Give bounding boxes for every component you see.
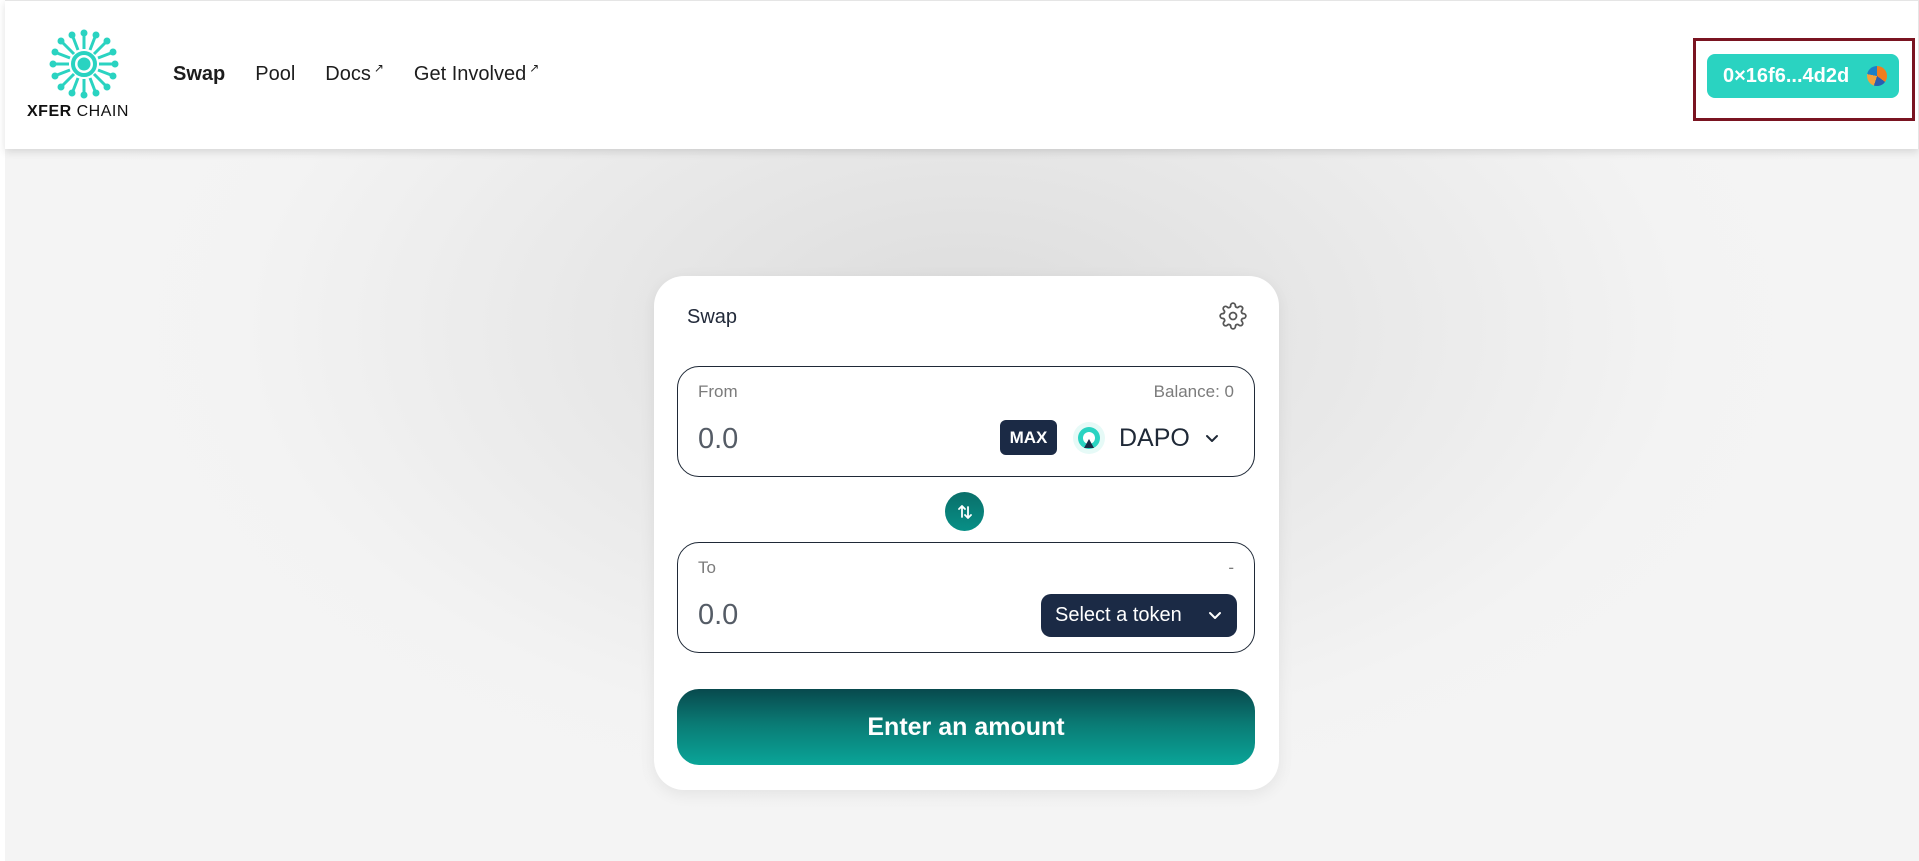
circuit-logo-icon [49, 29, 119, 99]
logo-wordmark-bold: XFER [27, 103, 72, 120]
to-amount-input[interactable] [698, 595, 958, 635]
external-link-icon: ↗ [373, 61, 384, 75]
nav-swap-label: Swap [173, 63, 226, 85]
logo-wordmark: XFER CHAIN [27, 103, 139, 121]
swap-direction-button[interactable] [945, 492, 984, 531]
swap-arrows-icon [957, 504, 972, 519]
select-token-button[interactable]: Select a token [1041, 594, 1237, 637]
swap-card-title: Swap [687, 306, 738, 328]
wallet-address: 0×16f6...4d2d [1723, 64, 1850, 87]
external-link-icon: ↗ [529, 61, 540, 75]
swap-card: Swap From Balance: 0 MAX DAPO [654, 276, 1279, 790]
xfer-chain-logo[interactable]: XFER CHAIN [27, 27, 139, 123]
from-balance: Balance: 0 [1153, 382, 1234, 401]
to-balance: - [1228, 558, 1234, 577]
from-token-name: DAPO [1119, 423, 1190, 452]
logo-wordmark-regular: CHAIN [76, 103, 129, 120]
from-label: From [698, 382, 738, 401]
from-field: From Balance: 0 MAX DAPO [677, 366, 1255, 477]
page: XFER CHAIN Swap Pool Docs ↗ Get Involved… [0, 0, 1919, 861]
to-label: To [698, 558, 716, 577]
top-header: XFER CHAIN Swap Pool Docs ↗ Get Involved… [5, 0, 1919, 149]
dapo-token-icon [1073, 422, 1105, 454]
from-token-selector[interactable]: DAPO [1073, 419, 1220, 457]
enter-amount-button[interactable]: Enter an amount [677, 689, 1255, 765]
max-button[interactable]: MAX [1000, 420, 1057, 455]
nav-pool[interactable]: Pool [255, 63, 295, 86]
nav-pool-label: Pool [255, 63, 296, 85]
chevron-down-icon [1205, 435, 1218, 442]
nav-docs[interactable]: Docs ↗ [325, 61, 384, 86]
wallet-avatar-icon [1867, 66, 1887, 86]
main-nav: Swap Pool Docs ↗ Get Involved ↗ [173, 61, 540, 86]
select-token-label: Select a token [1055, 604, 1182, 626]
gear-icon[interactable] [1219, 302, 1247, 330]
chevron-down-icon [1209, 612, 1221, 619]
nav-get-involved-label: Get Involved [413, 63, 527, 85]
nav-swap[interactable]: Swap [173, 63, 225, 86]
to-field: To - Select a token [677, 542, 1255, 653]
wallet-address-button[interactable]: 0×16f6...4d2d [1707, 54, 1899, 98]
from-amount-input[interactable] [698, 419, 958, 459]
nav-docs-label: Docs [325, 63, 371, 85]
nav-get-involved[interactable]: Get Involved ↗ [413, 61, 540, 86]
